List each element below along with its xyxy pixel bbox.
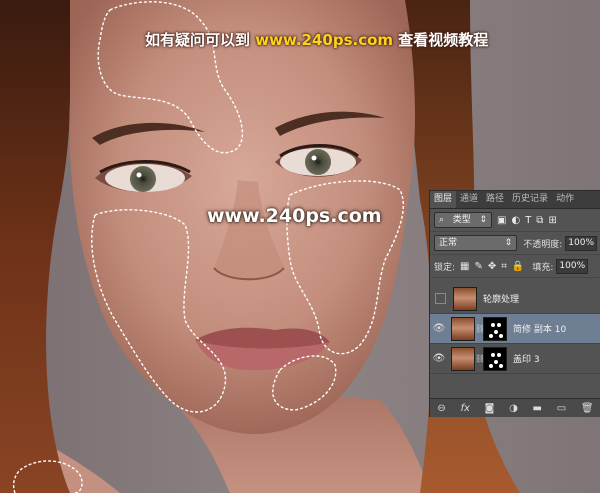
layer-thumbnail: [451, 346, 475, 371]
layer-row[interactable]: 👁 ⛓ 盖印 3: [430, 344, 600, 374]
lock-row: 锁定: ▦ ✎ ✥ ⌗ 🔒 填充: 100%: [430, 255, 600, 278]
filter-type-label: 类型: [452, 215, 471, 225]
tab-history[interactable]: 历史记录: [508, 191, 552, 208]
panel-tabs: 图层 通道 路径 历史记录 动作: [430, 191, 600, 209]
blend-mode-value: 正常: [439, 238, 458, 248]
lock-transparent-icon[interactable]: ▦: [460, 261, 469, 272]
layers-bottom-toolbar: ⊖ fx ◙ ◑ ▬ ▭ 🗑: [430, 398, 600, 417]
layer-name: 盖印 3: [513, 355, 540, 365]
filter-type-dropdown[interactable]: ⌕ 类型 ⇕: [434, 212, 492, 228]
blend-mode-dropdown[interactable]: 正常 ⇕: [434, 235, 518, 251]
tab-layers[interactable]: 图层: [430, 191, 457, 208]
shape-filter-icon[interactable]: ⧉: [536, 215, 543, 226]
lock-all-icon[interactable]: 🔒: [512, 261, 524, 272]
caption-prefix: 如有疑问可以到: [145, 31, 251, 49]
new-layer-icon[interactable]: ▭: [557, 403, 566, 414]
updown-icon: ⇕: [504, 238, 513, 248]
layer-row[interactable]: 轮廓处理: [430, 284, 600, 314]
blend-row: 正常 ⇕ 不透明度: 100%: [430, 232, 600, 255]
layer-mask-thumbnail[interactable]: [483, 316, 507, 341]
watermark-text: www.240ps.com: [207, 205, 382, 227]
adjustment-filter-icon[interactable]: ◐: [511, 215, 520, 226]
link-icon: ⛓: [475, 324, 486, 333]
layer-thumbnail: [453, 286, 477, 311]
link-layers-icon[interactable]: ⊖: [437, 403, 445, 414]
eye-icon[interactable]: 👁: [430, 353, 448, 364]
lock-position-icon[interactable]: ✥: [488, 261, 496, 272]
visibility-toggle-off[interactable]: [435, 293, 446, 304]
fill-label: 填充:: [532, 262, 554, 273]
add-mask-icon[interactable]: ◙: [485, 403, 495, 414]
lock-artboard-icon[interactable]: ⌗: [501, 261, 507, 272]
smart-object-filter-icon[interactable]: ⊞: [548, 215, 556, 226]
lock-label: 锁定:: [434, 262, 456, 273]
trash-icon[interactable]: 🗑: [581, 403, 594, 414]
layer-row-selected[interactable]: 👁 ⛓ 简修 副本 10: [430, 314, 600, 344]
layer-thumbnail: [451, 316, 475, 341]
layer-name: 轮廓处理: [483, 295, 520, 305]
group-folder-icon[interactable]: ▬: [533, 403, 542, 414]
fill-input[interactable]: 100%: [556, 258, 589, 274]
filter-row: ⌕ 类型 ⇕ ▣ ◐ T ⧉ ⊞: [430, 209, 600, 232]
layer-mask-thumbnail[interactable]: [483, 346, 507, 371]
caption-suffix: 查看视频教程: [398, 31, 489, 49]
tab-paths[interactable]: 路径: [482, 191, 508, 208]
tutorial-caption: 如有疑问可以到 www.240ps.com 查看视频教程: [145, 29, 488, 50]
tab-actions[interactable]: 动作: [552, 191, 578, 208]
caption-url: www.240ps.com: [255, 31, 394, 49]
opacity-label: 不透明度:: [523, 239, 563, 250]
lock-pixels-icon[interactable]: ✎: [475, 261, 483, 272]
eye-icon[interactable]: 👁: [430, 323, 448, 334]
updown-icon: ⇕: [479, 215, 487, 225]
search-icon: ⌕: [439, 215, 445, 225]
image-filter-icon[interactable]: ▣: [497, 215, 506, 226]
fx-icon[interactable]: fx: [460, 403, 469, 414]
link-icon: ⛓: [475, 354, 486, 363]
layers-panel: 图层 通道 路径 历史记录 动作 ⌕ 类型 ⇕ ▣ ◐ T ⧉ ⊞ 正常 ⇕ 不…: [429, 190, 600, 417]
layer-name: 简修 副本 10: [513, 325, 567, 335]
tab-channels[interactable]: 通道: [456, 191, 482, 208]
adjustment-layer-icon[interactable]: ◑: [509, 403, 518, 414]
type-filter-icon[interactable]: T: [525, 215, 531, 226]
opacity-input[interactable]: 100%: [565, 235, 597, 251]
